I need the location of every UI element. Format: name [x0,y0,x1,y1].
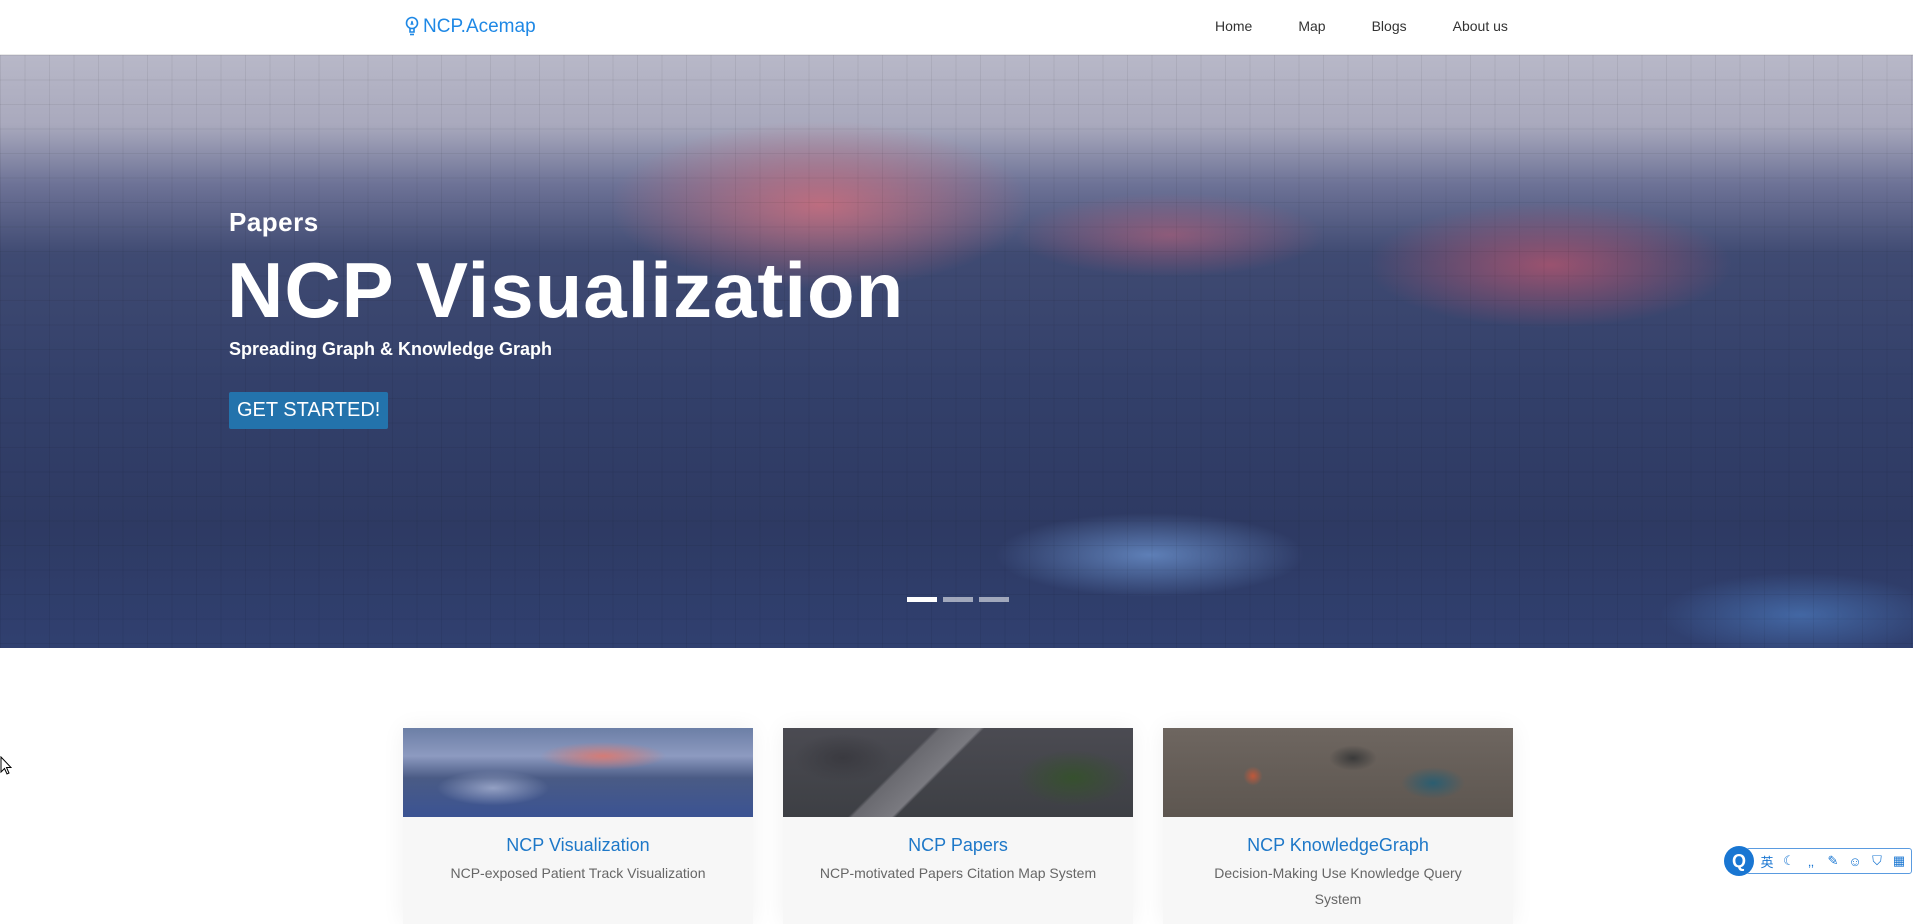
smiley-icon[interactable]: ☺ [1847,854,1863,869]
hero-title: NCP Visualization [227,246,905,334]
brand-name: NCP.Acemap [423,16,536,37]
nav-link-about-us[interactable]: About us [1453,18,1508,34]
carousel-indicator-1[interactable] [907,597,937,602]
ime-toolbar[interactable]: Q 英 ☾ ‚‚ ✎ ☺ ⛉ ▦ [1724,846,1913,876]
shirt-icon[interactable]: ⛉ [1869,853,1885,869]
nav-link-blogs[interactable]: Blogs [1372,18,1407,34]
ime-logo-icon[interactable]: Q [1724,846,1754,876]
moon-icon[interactable]: ☾ [1781,853,1797,869]
card-description: Decision-Making Use Knowledge Query Syst… [1214,865,1462,907]
feature-card-knowledgegraph[interactable]: NCP KnowledgeGraph Decision-Making Use K… [1163,728,1513,924]
hero-eyebrow: Papers [229,207,319,237]
mouse-cursor-icon [0,756,12,775]
get-started-button[interactable]: GET STARTED! [229,392,389,429]
card-image-highway [783,728,1133,817]
ime-language-toggle[interactable]: 英 [1759,852,1775,871]
card-image-desk [1163,728,1513,817]
nav-menu: Home Map Blogs About us [1215,18,1554,34]
feature-card-visualization[interactable]: NCP Visualization NCP-exposed Patient Tr… [403,728,753,924]
quote-icon[interactable]: ‚‚ [1803,854,1819,869]
feature-card-papers[interactable]: NCP Papers NCP-motivated Papers Citation… [783,728,1133,924]
wrench-icon[interactable]: ✎ [1825,853,1841,869]
carousel-indicator-3[interactable] [979,597,1009,602]
carousel-indicators [907,597,1009,602]
ime-toolbar-bar: 英 ☾ ‚‚ ✎ ☺ ⛉ ▦ [1746,848,1912,874]
card-title[interactable]: NCP Papers [783,835,1133,856]
nav-link-home[interactable]: Home [1215,18,1252,34]
card-image-mountains [403,728,753,817]
hero-subtitle: Spreading Graph & Knowledge Graph [229,339,553,359]
grid-icon[interactable]: ▦ [1891,853,1907,869]
carousel-indicator-2[interactable] [943,597,973,602]
hero-carousel[interactable]: Papers NCP Visualization Spreading Graph… [0,55,1913,648]
card-description: NCP-exposed Patient Track Visualization [450,865,706,881]
brand-logo-link[interactable]: NCP.Acemap [404,14,536,40]
card-title[interactable]: NCP Visualization [403,835,753,856]
lightbulb-icon [405,16,419,36]
card-title[interactable]: NCP KnowledgeGraph [1163,835,1513,856]
top-navbar: NCP.Acemap Home Map Blogs About us [0,0,1913,55]
card-description: NCP-motivated Papers Citation Map System [819,865,1097,881]
nav-link-map[interactable]: Map [1298,18,1325,34]
